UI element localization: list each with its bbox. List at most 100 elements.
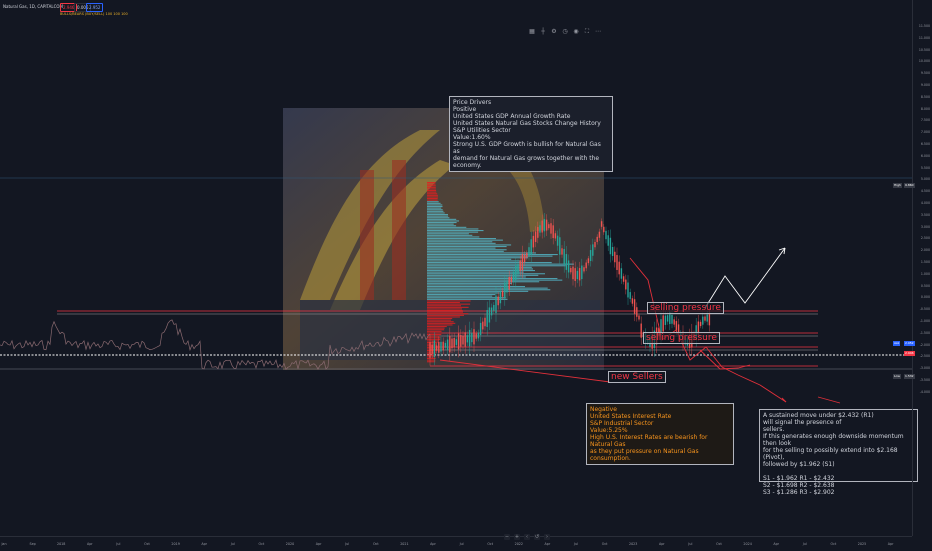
volume-profile-bar <box>427 238 496 240</box>
candle-body <box>552 225 554 239</box>
fullscreen-icon[interactable]: ⛶ <box>583 28 591 36</box>
trade-scenario-note[interactable]: A sustained move under $2.432 (R1) will … <box>759 409 918 496</box>
time-axis[interactable]: Jan Sep 2018 Apr Jul Oct 2019 Apr Jul Oct 2020 Apr J… <box>0 536 912 551</box>
candle-body <box>585 262 587 269</box>
price-tick-label: 4.500 <box>920 189 930 194</box>
volume-profile-bar <box>427 258 512 260</box>
candle-body <box>508 277 510 290</box>
price-tick-label: -4.000 <box>919 389 930 394</box>
price-axis[interactable]: 11.500 11.000 10.500 10.000 9.500 9.000 8.500 8… <box>912 0 932 536</box>
volume-profile-bar <box>427 306 469 308</box>
candle-body <box>477 332 480 339</box>
time-tick-label: 2023 <box>628 542 638 546</box>
price-drivers-negative-note[interactable]: Negative United States Interest Rate S&P… <box>586 403 734 465</box>
candle-body <box>633 299 636 314</box>
candle-body <box>673 319 675 325</box>
candle-body <box>559 237 561 255</box>
time-tick-label: Apr <box>658 542 665 546</box>
bullish-projection-path[interactable] <box>704 247 786 309</box>
volume-profile-bar <box>427 214 448 216</box>
volume-profile-bar <box>427 254 558 256</box>
volume-profile-bar <box>427 199 438 201</box>
volume-profile-bar <box>427 186 436 188</box>
time-tick-label: Apr <box>544 542 551 546</box>
candle-body <box>625 279 627 290</box>
volume-profile-bar <box>427 250 504 252</box>
selling-pressure-label-1[interactable]: selling pressure <box>647 302 724 314</box>
scroll-left-icon[interactable]: ‹ <box>524 534 530 540</box>
indicator-legend[interactable]: BULLS/BEARS (BUY/SELL) 100 100 100 <box>60 12 128 16</box>
volume-profile-bar <box>427 297 506 299</box>
ellipsis-icon[interactable]: ⋯ <box>594 28 602 36</box>
volume-profile-bar <box>427 319 451 321</box>
candle-body <box>605 230 607 240</box>
candle-body <box>528 247 530 257</box>
candle-body <box>631 298 634 304</box>
volume-profile-bar <box>427 308 462 310</box>
volume-profile-bar <box>427 222 457 224</box>
candle-body <box>708 312 711 326</box>
volume-profile-bar <box>427 223 454 225</box>
candle-body <box>671 314 673 324</box>
price-drivers-positive-note[interactable]: Price Drivers Positive United States GDP… <box>449 96 613 172</box>
candle-body <box>473 329 475 345</box>
candle-body <box>600 221 603 227</box>
volume-profile-bar <box>427 242 496 244</box>
volume-profile-bar <box>427 290 529 292</box>
volume-profile-bar <box>427 244 512 246</box>
reset-icon[interactable]: ↺ <box>534 534 540 540</box>
candle-body <box>574 268 576 281</box>
time-tick-label: Jul <box>116 542 121 546</box>
price-tick-label: 3.000 <box>920 224 930 229</box>
candle-body <box>466 335 469 343</box>
volume-profile-bar <box>427 300 471 302</box>
candle-body <box>596 236 598 242</box>
candle-body <box>523 254 526 263</box>
candle-body <box>464 332 466 347</box>
gear-icon[interactable]: ⚙ <box>550 28 558 36</box>
volume-profile-bar <box>427 295 493 297</box>
time-tick-label: Apr <box>430 542 436 546</box>
candle-body <box>664 315 667 325</box>
time-tick-label: 2025 <box>857 542 867 546</box>
zoom-in-icon[interactable]: + <box>514 534 520 540</box>
price-tick-label: 5.500 <box>920 165 930 170</box>
buy-price-button[interactable]: 2.952 <box>86 3 104 12</box>
candle-body <box>607 235 609 246</box>
drawing-toolbar: ▦ ┼ ⚙ ◷ ◉ ⛶ ⋯ <box>528 28 602 38</box>
price-tick-label: 11.000 <box>918 35 930 40</box>
volume-profile-bar <box>427 279 563 281</box>
new-sellers-label[interactable]: new Sellers <box>608 371 666 383</box>
volume-profile-bar <box>427 322 456 324</box>
volume-profile-bar <box>427 326 447 328</box>
camera-icon[interactable]: ◉ <box>572 28 580 36</box>
price-tick-label: -2.000 <box>919 342 930 347</box>
ask-price-tag: Ask <box>893 341 901 346</box>
volume-profile-bar <box>427 274 539 276</box>
zoom-out-icon[interactable]: − <box>504 534 510 540</box>
clock-icon[interactable]: ◷ <box>561 28 569 36</box>
time-tick-label: Jul <box>230 542 235 546</box>
volume-profile-bar <box>427 278 558 280</box>
volume-profile-bar <box>427 247 496 249</box>
selling-pressure-label-2[interactable]: selling pressure <box>643 332 720 344</box>
time-tick-label: Oct <box>372 542 379 546</box>
candle-body <box>471 332 473 343</box>
high-price-value: 9.860 <box>904 183 915 188</box>
candle-body <box>636 307 638 317</box>
volume-profile-bar <box>427 338 441 340</box>
scroll-right-icon[interactable]: › <box>544 534 550 540</box>
symbol-title[interactable]: Natural Gas, 1D, CAPITALCOM <box>3 4 63 9</box>
high-price-tag: High <box>893 183 902 188</box>
time-tick-label: Apr <box>201 542 208 546</box>
time-tick-label: 2020 <box>285 542 295 546</box>
candle-body <box>581 265 583 280</box>
candle-body <box>519 260 521 271</box>
bar-chart-icon[interactable]: ▦ <box>528 28 536 36</box>
crosshair-icon[interactable]: ┼ <box>539 28 547 36</box>
volume-profile-bar <box>427 182 436 184</box>
volume-profile-bar <box>427 226 467 228</box>
volume-profile-bar <box>427 234 473 236</box>
volume-profile-bar <box>427 190 437 192</box>
candle-body <box>457 333 460 350</box>
